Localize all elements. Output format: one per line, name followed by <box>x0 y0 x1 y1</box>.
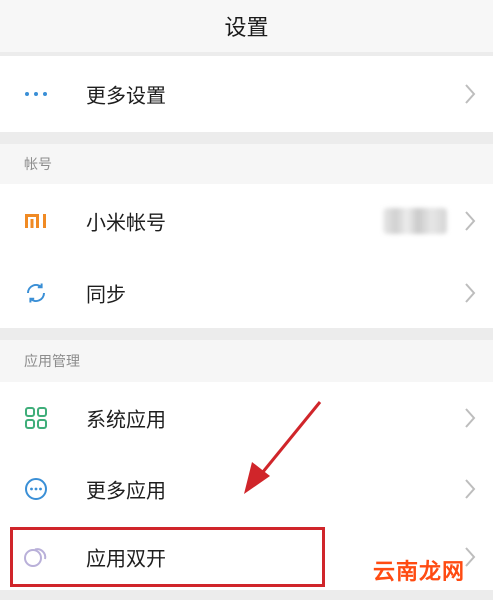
grid-apps-icon <box>22 404 50 432</box>
mi-account-row[interactable]: 小米帐号 <box>0 184 493 258</box>
more-dots-icon <box>22 80 50 108</box>
separator <box>0 328 493 340</box>
chevron-right-icon <box>465 408 476 428</box>
sync-label: 同步 <box>86 282 126 307</box>
page-title: 设置 <box>224 16 269 41</box>
chevron-right-icon <box>465 547 476 567</box>
title-bar: 设置 <box>0 0 493 52</box>
sync-row[interactable]: 同步 <box>0 258 493 328</box>
system-apps-row[interactable]: 系统应用 <box>0 382 493 454</box>
more-apps-row[interactable]: 更多应用 <box>0 454 493 524</box>
highlight-box <box>10 527 325 587</box>
more-apps-label: 更多应用 <box>86 478 166 503</box>
chevron-right-icon <box>465 84 476 104</box>
section-header-app-management: 应用管理 <box>0 340 493 382</box>
chevron-right-icon <box>465 211 476 231</box>
more-settings-row[interactable]: 更多设置 <box>0 56 493 132</box>
separator <box>0 132 493 144</box>
chevron-right-icon <box>465 283 476 303</box>
sync-icon <box>22 279 50 307</box>
chevron-right-icon <box>465 479 476 499</box>
mi-logo-icon <box>22 207 50 235</box>
more-settings-label: 更多设置 <box>86 83 166 108</box>
section-title: 帐号 <box>24 157 52 173</box>
section-header-account: 帐号 <box>0 144 493 184</box>
settings-screen: 设置 更多设置 帐号 小米帐号 同步 应用管理 系统应用 更多应用 应用双开 云… <box>0 0 493 600</box>
watermark-text: 云南龙网 <box>372 560 465 585</box>
account-value-blurred <box>383 208 447 234</box>
section-title: 应用管理 <box>24 354 80 370</box>
mi-account-label: 小米帐号 <box>86 210 166 235</box>
more-apps-icon <box>22 475 50 503</box>
system-apps-label: 系统应用 <box>86 407 166 432</box>
